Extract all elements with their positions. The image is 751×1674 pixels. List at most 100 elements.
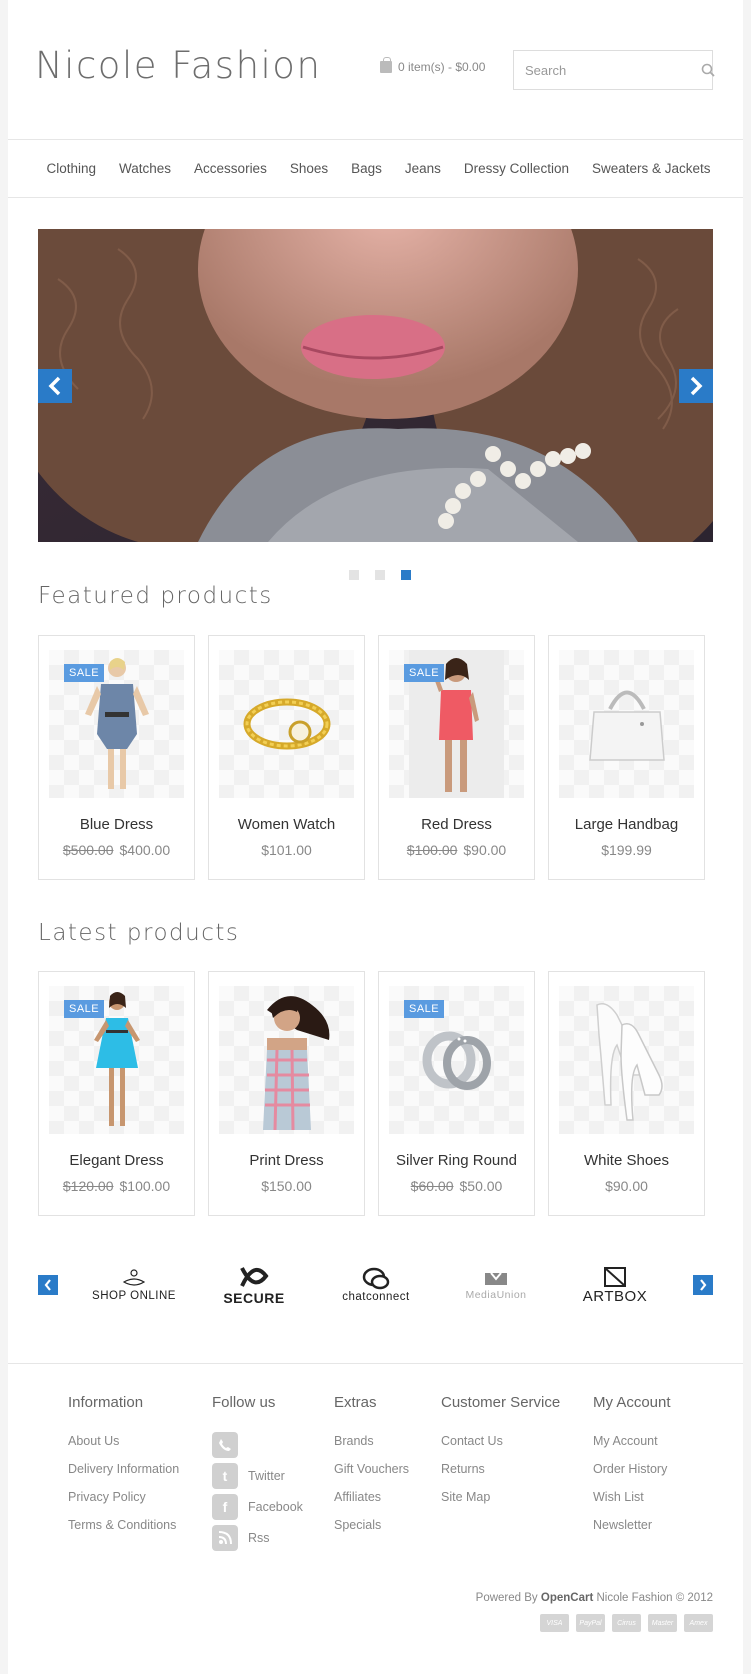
nav-item-jeans[interactable]: Jeans [393, 161, 452, 176]
footer-link-site-map[interactable]: Site Map [441, 1490, 560, 1504]
product-name[interactable]: Blue Dress [39, 816, 194, 833]
footer-link-order-history[interactable]: Order History [593, 1462, 671, 1476]
site-logo[interactable]: Nicole Fashion [35, 44, 321, 87]
sale-badge: SALE [404, 1000, 445, 1018]
footer-link-privacy[interactable]: Privacy Policy [68, 1490, 179, 1504]
mastercard-icon: Master [648, 1614, 677, 1632]
sale-badge: SALE [64, 664, 105, 682]
slider-prev-button[interactable] [38, 369, 72, 403]
facebook-icon: f [212, 1494, 238, 1520]
cirrus-icon: Cirrus [612, 1614, 641, 1632]
brand-label: ARTBOX [582, 1287, 648, 1305]
footer-link-specials[interactable]: Specials [334, 1518, 409, 1532]
artbox-icon [604, 1266, 626, 1287]
nav-item-watches[interactable]: Watches [108, 161, 183, 176]
product-name[interactable]: Elegant Dress [39, 1152, 194, 1169]
footer-link-terms[interactable]: Terms & Conditions [68, 1518, 179, 1532]
rss-icon [212, 1525, 238, 1551]
follow-phone[interactable] [212, 1432, 303, 1458]
product-price: $199.99 [549, 842, 704, 858]
paypal-icon: PayPal [576, 1614, 605, 1632]
product-card[interactable]: SALE Elegant Dress $120.00 $100.00 [38, 971, 195, 1216]
product-name[interactable]: White Shoes [549, 1152, 704, 1169]
follow-facebook[interactable]: f Facebook [212, 1494, 303, 1520]
product-card[interactable]: Large Handbag $199.99 [548, 635, 705, 880]
product-card[interactable]: SALE Blue Dress $500.00 $400.00 [38, 635, 195, 880]
footer-link-delivery[interactable]: Delivery Information [68, 1462, 179, 1476]
footer-link-gift-vouchers[interactable]: Gift Vouchers [334, 1462, 409, 1476]
chevron-left-icon [48, 376, 61, 396]
brand-next-button[interactable] [693, 1275, 713, 1295]
current-price: $90.00 [605, 1178, 648, 1194]
brand-label: chatconnect [342, 1291, 410, 1303]
brand-prev-button[interactable] [38, 1275, 58, 1295]
slider-next-button[interactable] [679, 369, 713, 403]
site-header: Nicole Fashion 0 item(s) - $0.00 [8, 0, 743, 140]
follow-twitter[interactable]: t Twitter [212, 1463, 303, 1489]
opencart-link[interactable]: OpenCart [541, 1592, 593, 1604]
footer-link-wish-list[interactable]: Wish List [593, 1490, 671, 1504]
product-card[interactable]: SALE Red Dress $100.00 $90.00 [378, 635, 535, 880]
brand-logo[interactable]: ARTBOX [574, 1255, 656, 1315]
current-price: $50.00 [459, 1178, 503, 1194]
footer-customer-service: Customer Service Contact Us Returns Site… [441, 1394, 560, 1518]
shopping-bag-icon [122, 1269, 146, 1286]
footer-follow: Follow us t Twitter f Facebook Rss [212, 1394, 303, 1551]
current-price: $400.00 [119, 842, 171, 858]
slider-dot[interactable] [349, 570, 359, 580]
nav-item-accessories[interactable]: Accessories [183, 161, 279, 176]
brand-label: SHOP ONLINE [92, 1290, 176, 1302]
page: Nicole Fashion 0 item(s) - $0.00 Clothin… [8, 0, 743, 1674]
search-input[interactable] [514, 51, 701, 89]
product-card[interactable]: Print Dress $150.00 [208, 971, 365, 1216]
follow-rss[interactable]: Rss [212, 1525, 303, 1551]
product-name[interactable]: Large Handbag [549, 816, 704, 833]
product-name[interactable]: Silver Ring Round [379, 1152, 534, 1169]
brand-logo[interactable]: MediaUnion [455, 1255, 537, 1315]
footer-extras: Extras Brands Gift Vouchers Affiliates S… [334, 1394, 409, 1546]
nav-item-clothing[interactable]: Clothing [35, 161, 108, 176]
footer-link-about-us[interactable]: About Us [68, 1434, 179, 1448]
old-price: $60.00 [410, 1178, 454, 1194]
nav-item-sweaters-jackets[interactable]: Sweaters & Jackets [580, 161, 722, 176]
hero-slider [38, 229, 713, 542]
footer-link-my-account[interactable]: My Account [593, 1434, 671, 1448]
footer-link-brands[interactable]: Brands [334, 1434, 409, 1448]
footer-link-affiliates[interactable]: Affiliates [334, 1490, 409, 1504]
amex-icon: Amex [684, 1614, 713, 1632]
product-price: $100.00 $90.00 [379, 842, 534, 858]
footer-link-contact-us[interactable]: Contact Us [441, 1434, 560, 1448]
phone-icon [212, 1432, 238, 1458]
footer-information: Information About Us Delivery Informatio… [68, 1394, 179, 1546]
featured-grid: SALE Blue Dress $500.00 $400.00 Women Wat… [38, 635, 705, 880]
slider-dot-active[interactable] [401, 570, 411, 580]
search-icon[interactable] [701, 51, 715, 89]
follow-label: Twitter [248, 1469, 285, 1483]
footer-link-newsletter[interactable]: Newsletter [593, 1518, 671, 1532]
old-price: $100.00 [406, 842, 458, 858]
nav-item-bags[interactable]: Bags [340, 161, 394, 176]
footer-link-returns[interactable]: Returns [441, 1462, 560, 1476]
payment-methods: VISA PayPal Cirrus Master Amex [540, 1614, 713, 1632]
product-card[interactable]: Women Watch $101.00 [208, 635, 365, 880]
brand-logo[interactable]: SECURE [213, 1255, 295, 1315]
brand-logo[interactable]: SHOP ONLINE [92, 1255, 176, 1315]
cart-summary[interactable]: 0 item(s) - $0.00 [380, 57, 485, 74]
copyright: Nicole Fashion © 2012 [596, 1592, 713, 1604]
search-box [513, 50, 715, 90]
brand-logo[interactable]: chatconnect [335, 1255, 417, 1315]
product-name[interactable]: Red Dress [379, 816, 534, 833]
product-name[interactable]: Print Dress [209, 1152, 364, 1169]
slider-dot[interactable] [375, 570, 385, 580]
footer-my-account: My Account My Account Order History Wish… [593, 1394, 671, 1546]
nav-item-shoes[interactable]: Shoes [278, 161, 339, 176]
product-card[interactable]: White Shoes $90.00 [548, 971, 705, 1216]
latest-title: Latest products [38, 920, 240, 946]
main-nav: Clothing Watches Accessories Shoes Bags … [8, 140, 743, 198]
product-name[interactable]: Women Watch [209, 816, 364, 833]
product-card[interactable]: SALE Silver Ring Round $60.00 $50.00 [378, 971, 535, 1216]
sale-badge: SALE [64, 1000, 105, 1018]
nav-item-dressy-collection[interactable]: Dressy Collection [452, 161, 580, 176]
footer-heading: Follow us [212, 1394, 276, 1411]
latest-grid: SALE Elegant Dress $120.00 $100.00 Print … [38, 971, 705, 1216]
